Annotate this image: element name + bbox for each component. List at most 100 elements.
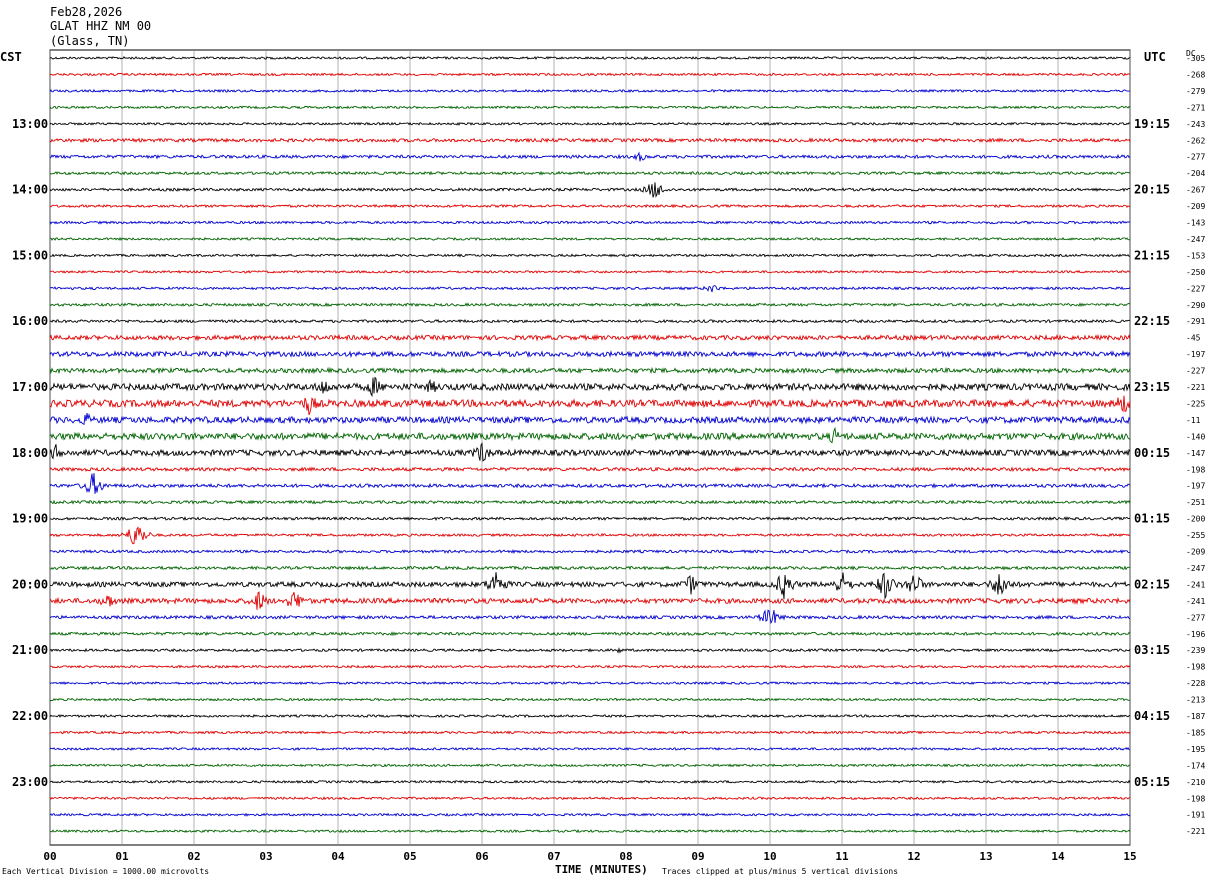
trace-line-4 [49, 121, 1131, 126]
trace-line-14 [49, 285, 1131, 293]
trace-line-36 [49, 646, 1131, 654]
dc-offset-value: -228 [1186, 679, 1205, 688]
utc-time-label: 03:15 [1134, 643, 1170, 657]
clip-note: Traces clipped at plus/minus 5 vertical … [662, 867, 899, 876]
dc-offset-value: -279 [1186, 87, 1205, 96]
dc-offset-value: -198 [1186, 794, 1205, 803]
cst-time-label: 16:00 [12, 314, 48, 328]
x-tick-label: 04 [331, 850, 345, 863]
trace-line-27 [49, 499, 1131, 505]
trace-line-20 [49, 376, 1131, 398]
x-tick-label: 03 [259, 850, 272, 863]
trace-line-31 [49, 565, 1131, 571]
trace-line-26 [49, 473, 1131, 494]
time-labels: 13:00 14:00 15:00 16:00 17:00 18:00 19:00 20:00… [12, 54, 1205, 836]
x-tick-label: 12 [907, 850, 920, 863]
trace-line-7 [49, 170, 1131, 176]
trace-line-47 [49, 829, 1131, 834]
trace-line-25 [49, 466, 1131, 473]
cst-time-label: 15:00 [12, 248, 48, 262]
x-tick-label: 13 [979, 850, 992, 863]
x-tick-label: 08 [619, 850, 632, 863]
dc-offset-value: -204 [1186, 169, 1205, 178]
trace-line-10 [49, 220, 1131, 225]
x-tick-label: 09 [691, 850, 704, 863]
cst-time-label: 20:00 [12, 577, 48, 591]
dc-offset-value: -268 [1186, 70, 1205, 79]
dc-offset-value: -198 [1186, 663, 1205, 672]
trace-line-28 [50, 516, 1131, 522]
dc-offset-value: -290 [1186, 301, 1205, 310]
cst-time-label: 19:00 [12, 512, 48, 526]
dc-offset-value: -11 [1186, 416, 1201, 425]
dc-offset-value: -267 [1186, 186, 1205, 195]
trace-line-2 [49, 88, 1130, 94]
trace-line-15 [49, 302, 1131, 308]
dc-offset-value: -209 [1186, 548, 1205, 557]
trace-line-34 [49, 609, 1131, 625]
trace-line-9 [49, 203, 1131, 209]
utc-time-label: 20:15 [1134, 183, 1170, 197]
dc-offset-value: -239 [1186, 646, 1205, 655]
trace-line-41 [49, 730, 1131, 735]
dc-offset-value: -247 [1186, 564, 1205, 573]
cst-time-label: 21:00 [12, 643, 48, 657]
dc-offset-value: -247 [1186, 235, 1205, 244]
trace-line-3 [49, 105, 1131, 110]
utc-time-label: 23:15 [1134, 380, 1170, 394]
trace-line-43 [49, 763, 1131, 768]
utc-time-label: 01:15 [1134, 512, 1170, 526]
dc-offset-value: -243 [1186, 120, 1205, 129]
trace-line-22 [49, 413, 1131, 425]
dc-offset-value: -196 [1186, 630, 1205, 639]
trace-line-39 [49, 697, 1131, 702]
dc-offset-value: -241 [1186, 597, 1205, 606]
trace-line-24 [49, 441, 1131, 462]
dc-offset-value: -291 [1186, 317, 1205, 326]
dc-offset-value: -191 [1186, 811, 1205, 820]
trace-line-6 [49, 151, 1131, 162]
dc-offset-value: -195 [1186, 745, 1205, 754]
dc-offset-value: -197 [1186, 482, 1205, 491]
dc-offset-value: -200 [1186, 515, 1205, 524]
trace-line-38 [49, 681, 1131, 686]
trace-line-23 [49, 426, 1131, 444]
dc-offset-value: -197 [1186, 350, 1205, 359]
dc-offset-value: -277 [1186, 613, 1205, 622]
trace-line-45 [49, 796, 1131, 801]
cst-time-label: 14:00 [12, 183, 48, 197]
utc-time-label: 02:15 [1134, 577, 1170, 591]
trace-line-35 [49, 631, 1131, 637]
dc-offset-value: -221 [1186, 827, 1205, 836]
trace-line-0 [49, 55, 1131, 60]
dc-offset-value: -45 [1186, 334, 1201, 343]
trace-line-37 [49, 664, 1131, 669]
x-tick-label: 05 [403, 850, 416, 863]
trace-line-8 [49, 182, 1130, 198]
trace-line-16 [49, 318, 1131, 324]
dc-offset-value: -251 [1186, 498, 1205, 507]
trace-line-17 [49, 333, 1131, 342]
dc-offset-value: -187 [1186, 712, 1205, 721]
dc-offset-value: -174 [1186, 761, 1205, 770]
trace-line-13 [49, 269, 1131, 274]
cst-time-label: 17:00 [12, 380, 48, 394]
utc-time-label: 00:15 [1134, 446, 1170, 460]
x-tick-label: 10 [763, 850, 776, 863]
dc-offset-value: -227 [1186, 367, 1205, 376]
dc-offset-value: -250 [1186, 268, 1205, 277]
dc-offset-value: -185 [1186, 728, 1205, 737]
x-axis-title: TIME (MINUTES) [555, 863, 648, 876]
plot-frame [49, 49, 1131, 846]
x-tick-label: 06 [475, 850, 489, 863]
x-tick-label: 02 [187, 850, 200, 863]
trace-line-40 [49, 713, 1131, 719]
cst-time-label: 23:00 [12, 775, 48, 789]
x-tick-label: 14 [1051, 850, 1065, 863]
x-tick-label: 07 [547, 850, 560, 863]
trace-line-18 [49, 349, 1131, 359]
trace-line-30 [49, 548, 1130, 554]
dc-offset-value: -305 [1186, 54, 1205, 63]
dc-offset-value: -213 [1186, 696, 1205, 705]
dc-offset-value: -227 [1186, 284, 1205, 293]
